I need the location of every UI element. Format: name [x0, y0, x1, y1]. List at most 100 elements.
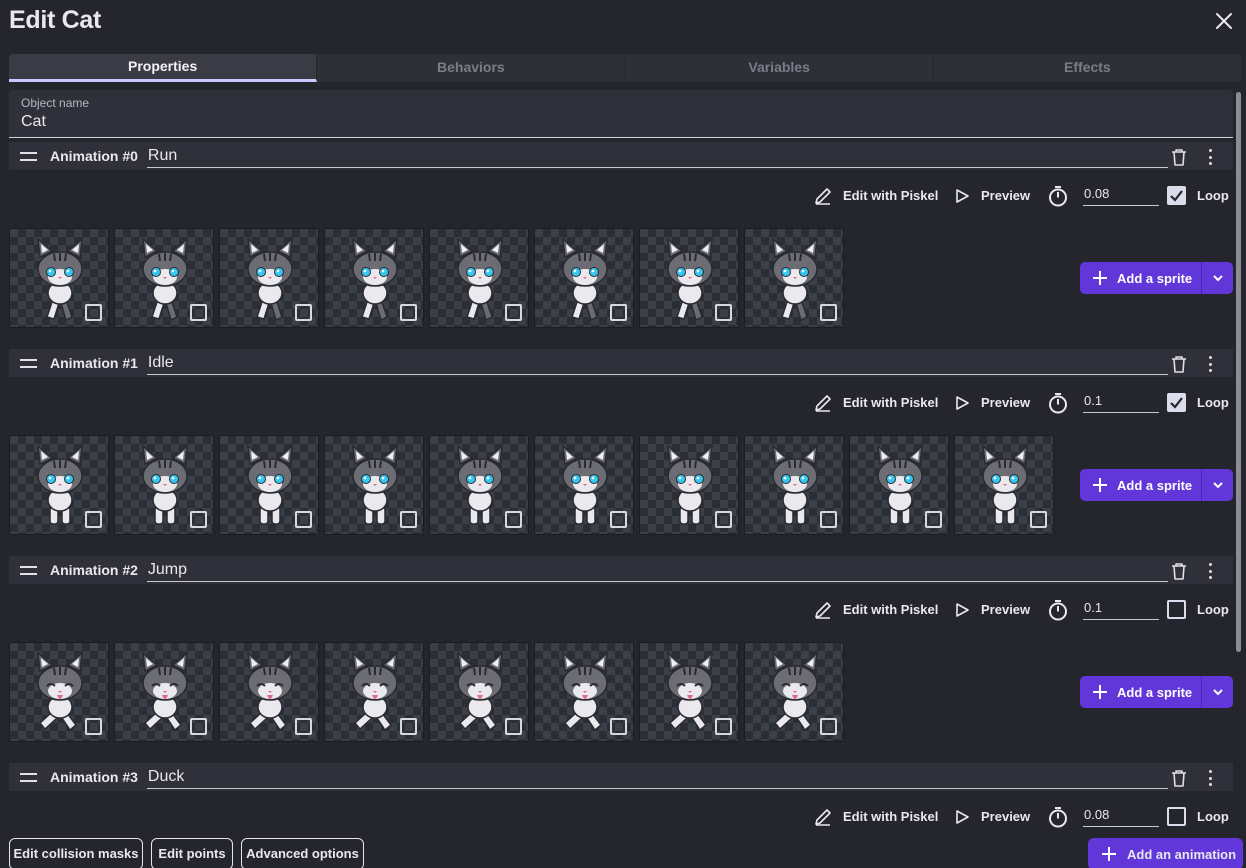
- sprite-frame[interactable]: [429, 228, 529, 328]
- sprite-frame[interactable]: [114, 435, 214, 535]
- sprite-frame[interactable]: [744, 228, 844, 328]
- more-vert-icon[interactable]: [1207, 149, 1213, 165]
- add-sprite-button[interactable]: Add a sprite: [1080, 676, 1233, 708]
- more-vert-icon[interactable]: [1207, 770, 1213, 786]
- sprite-frame[interactable]: [9, 642, 109, 742]
- sprite-frame[interactable]: [639, 435, 739, 535]
- sprite-frame[interactable]: [324, 642, 424, 742]
- frame-checkbox[interactable]: [400, 304, 417, 321]
- sprite-frame[interactable]: [849, 435, 949, 535]
- edit-piskel-icon-wrap[interactable]: [813, 600, 833, 625]
- speed-input[interactable]: 0.1: [1083, 598, 1159, 620]
- animation-name-input[interactable]: Idle: [146, 351, 1168, 375]
- frame-checkbox[interactable]: [295, 511, 312, 528]
- sprite-frame[interactable]: [429, 435, 529, 535]
- drag-handle-icon[interactable]: [20, 772, 37, 782]
- preview-icon-wrap[interactable]: [953, 601, 971, 624]
- more-vert-icon[interactable]: [1207, 563, 1213, 579]
- speed-input[interactable]: 0.1: [1083, 391, 1159, 413]
- frame-checkbox[interactable]: [85, 304, 102, 321]
- edit-collision-masks-button[interactable]: Edit collision masks: [9, 838, 143, 868]
- tab-variables[interactable]: Variables: [626, 54, 934, 82]
- advanced-options-button[interactable]: Advanced options: [241, 838, 364, 868]
- edit-with-piskel-button[interactable]: Edit with Piskel: [843, 598, 938, 622]
- sprite-frame[interactable]: [219, 642, 319, 742]
- trash-icon[interactable]: [1171, 355, 1187, 373]
- sprite-frame[interactable]: [744, 435, 844, 535]
- more-vert-icon[interactable]: [1207, 356, 1213, 372]
- object-name-input[interactable]: Cat: [21, 113, 1221, 131]
- frame-checkbox[interactable]: [1030, 511, 1047, 528]
- frame-checkbox[interactable]: [505, 304, 522, 321]
- preview-button[interactable]: Preview: [981, 184, 1030, 208]
- animation-name-input[interactable]: Duck: [146, 765, 1168, 789]
- frame-checkbox[interactable]: [820, 718, 837, 735]
- trash-icon[interactable]: [1171, 562, 1187, 580]
- loop-checkbox[interactable]: [1167, 807, 1186, 826]
- loop-checkbox[interactable]: [1167, 600, 1186, 619]
- frame-checkbox[interactable]: [190, 304, 207, 321]
- speed-input[interactable]: 0.08: [1083, 805, 1159, 827]
- frame-checkbox[interactable]: [85, 718, 102, 735]
- edit-piskel-icon-wrap[interactable]: [813, 807, 833, 832]
- edit-piskel-icon-wrap[interactable]: [813, 186, 833, 211]
- close-icon[interactable]: [1212, 9, 1236, 33]
- loop-checkbox[interactable]: [1167, 186, 1186, 205]
- edit-piskel-icon-wrap[interactable]: [813, 393, 833, 418]
- tab-effects[interactable]: Effects: [934, 54, 1241, 82]
- edit-with-piskel-button[interactable]: Edit with Piskel: [843, 805, 938, 829]
- frame-checkbox[interactable]: [190, 718, 207, 735]
- add-animation-button[interactable]: Add an animation: [1088, 838, 1243, 868]
- sprite-frame[interactable]: [324, 228, 424, 328]
- preview-icon-wrap[interactable]: [953, 808, 971, 831]
- frame-checkbox[interactable]: [820, 511, 837, 528]
- sprite-frame[interactable]: [639, 642, 739, 742]
- frame-checkbox[interactable]: [925, 511, 942, 528]
- speed-input[interactable]: 0.08: [1083, 184, 1159, 206]
- trash-icon[interactable]: [1171, 769, 1187, 787]
- frame-checkbox[interactable]: [505, 718, 522, 735]
- edit-with-piskel-button[interactable]: Edit with Piskel: [843, 184, 938, 208]
- sprite-frame[interactable]: [324, 435, 424, 535]
- sprite-frame[interactable]: [744, 642, 844, 742]
- sprite-frame[interactable]: [429, 642, 529, 742]
- object-name-field[interactable]: Object name Cat: [9, 90, 1233, 138]
- sprite-frame[interactable]: [114, 228, 214, 328]
- sprite-frame[interactable]: [639, 228, 739, 328]
- animation-name-input[interactable]: Run: [146, 144, 1168, 168]
- add-sprite-menu-button[interactable]: [1202, 274, 1233, 282]
- edit-points-button[interactable]: Edit points: [151, 838, 233, 868]
- preview-button[interactable]: Preview: [981, 805, 1030, 829]
- trash-icon[interactable]: [1171, 148, 1187, 166]
- frame-checkbox[interactable]: [400, 718, 417, 735]
- preview-button[interactable]: Preview: [981, 598, 1030, 622]
- frame-checkbox[interactable]: [610, 304, 627, 321]
- sprite-frame[interactable]: [114, 642, 214, 742]
- drag-handle-icon[interactable]: [20, 151, 37, 161]
- frame-checkbox[interactable]: [820, 304, 837, 321]
- sprite-frame[interactable]: [534, 642, 634, 742]
- frame-checkbox[interactable]: [715, 511, 732, 528]
- frame-checkbox[interactable]: [715, 304, 732, 321]
- frame-checkbox[interactable]: [715, 718, 732, 735]
- sprite-frame[interactable]: [534, 435, 634, 535]
- add-sprite-menu-button[interactable]: [1202, 688, 1233, 696]
- frame-checkbox[interactable]: [190, 511, 207, 528]
- tab-behaviors[interactable]: Behaviors: [317, 54, 626, 82]
- animation-name-input[interactable]: Jump: [146, 558, 1168, 582]
- drag-handle-icon[interactable]: [20, 358, 37, 368]
- loop-checkbox[interactable]: [1167, 393, 1186, 412]
- preview-icon-wrap[interactable]: [953, 394, 971, 417]
- frame-checkbox[interactable]: [295, 718, 312, 735]
- tab-properties[interactable]: Properties: [9, 54, 318, 82]
- edit-with-piskel-button[interactable]: Edit with Piskel: [843, 391, 938, 415]
- add-sprite-button[interactable]: Add a sprite: [1080, 469, 1233, 501]
- preview-icon-wrap[interactable]: [953, 187, 971, 210]
- sprite-frame[interactable]: [534, 228, 634, 328]
- sprite-frame[interactable]: [9, 435, 109, 535]
- frame-checkbox[interactable]: [505, 511, 522, 528]
- frame-checkbox[interactable]: [400, 511, 417, 528]
- sprite-frame[interactable]: [219, 435, 319, 535]
- sprite-frame[interactable]: [219, 228, 319, 328]
- add-sprite-button[interactable]: Add a sprite: [1080, 262, 1233, 294]
